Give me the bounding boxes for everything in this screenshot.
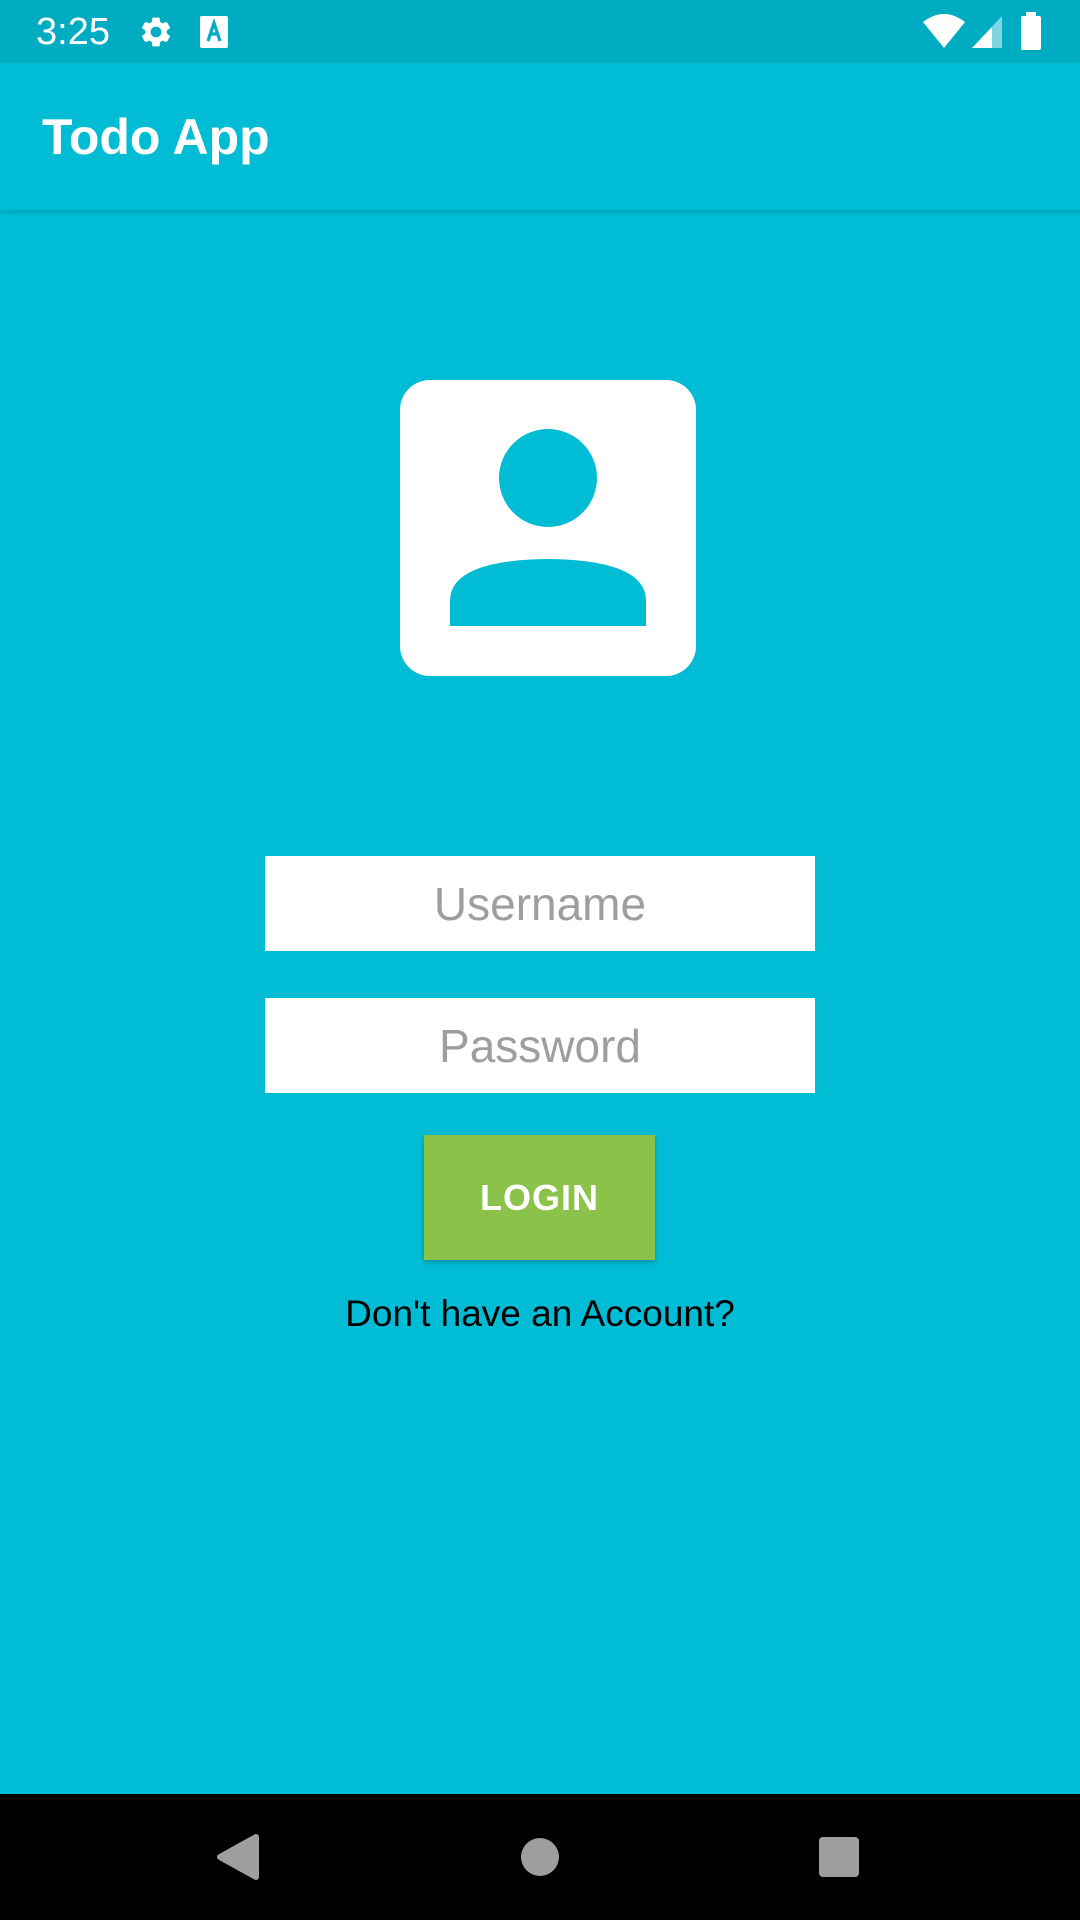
signup-link[interactable]: Don't have an Account? [0,1290,1080,1338]
username-input[interactable] [265,856,815,951]
app-title: Todo App [42,109,270,165]
app-bar: Todo App [0,63,1080,210]
cell-signal-icon [970,12,1004,50]
login-button[interactable]: LOGIN [424,1135,655,1260]
status-bar: 3:25 [0,0,1080,63]
status-time: 3:25 [36,11,110,53]
recents-icon[interactable] [806,1824,872,1890]
wifi-icon [922,12,966,50]
battery-icon [1020,12,1042,50]
gear-icon [138,14,174,50]
font-a-icon [198,14,234,50]
home-icon[interactable] [507,1824,573,1890]
password-input[interactable] [265,998,815,1093]
account-box-icon [400,380,696,676]
navigation-bar [0,1794,1080,1920]
back-icon[interactable] [206,1824,272,1890]
